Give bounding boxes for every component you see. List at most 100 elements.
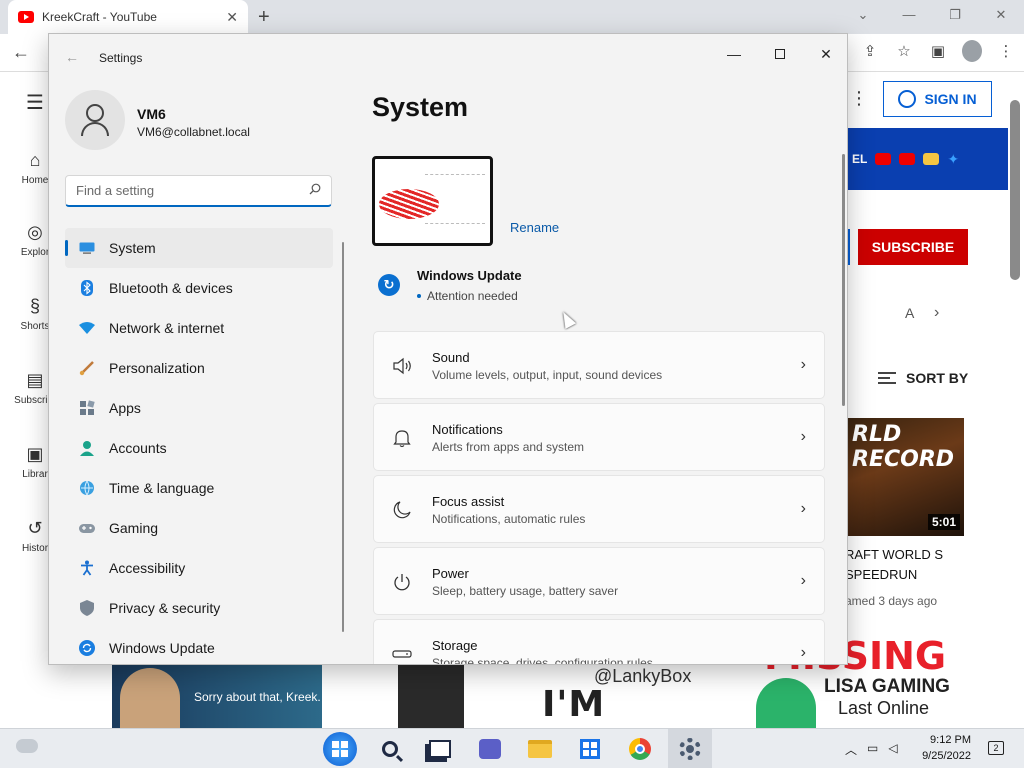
video-grid-row: Sorry about that, Kreek. @LankyBox I'M S… [72,634,1024,766]
video-thumbnail[interactable]: RLD RECORD 5:01 [848,418,964,536]
content-scrollbar[interactable] [842,154,845,406]
nav-item-bluetooth[interactable]: Bluetooth & devices [65,268,333,308]
taskbar-search-button[interactable] [368,729,412,768]
accessibility-icon [79,560,95,576]
youtube-link-icon[interactable] [875,153,892,165]
browser-close-button[interactable]: ✕ [978,0,1024,30]
chrome-button[interactable] [618,729,662,768]
card-storage[interactable]: Storage Storage space, drives, configura… [373,619,825,664]
tab-search-icon[interactable]: ⌄ [840,0,886,30]
share-icon[interactable]: ⇪ [860,42,880,60]
clock[interactable]: 9:12 PM 9/25/2022 [919,732,971,764]
browser-restore-button[interactable]: ❐ [932,0,978,30]
browser-menu-icon[interactable]: ⋮ [996,42,1016,60]
apps-icon [79,400,95,416]
page-scrollbar[interactable] [1010,100,1020,280]
shield-icon [79,600,95,616]
volume-icon[interactable]: ◁ [888,741,897,758]
store-button[interactable] [568,729,612,768]
chevron-right-icon[interactable]: › [934,304,939,322]
maximize-icon [775,49,785,59]
banner-link-icon[interactable] [923,153,940,165]
update-title[interactable]: Windows Update [417,268,522,283]
power-icon [394,574,410,591]
maximize-button[interactable] [757,40,803,68]
speaker-icon [393,357,411,375]
card-focus-assist[interactable]: Focus assist Notifications, automatic ru… [373,475,825,543]
nav-item-personalization[interactable]: Personalization [65,348,333,388]
profile-avatar-icon[interactable] [962,40,982,62]
chat-icon [479,739,501,759]
rename-link[interactable]: Rename [510,220,559,235]
nav-item-system[interactable]: System [65,228,333,268]
new-tab-button[interactable]: + [258,6,270,29]
close-button[interactable]: ✕ [803,40,847,68]
sign-in-button[interactable]: SIGN IN [883,81,992,117]
chrome-icon [629,738,651,760]
gear-icon [679,738,701,760]
card-notifications[interactable]: Notifications Alerts from apps and syste… [373,403,825,471]
nav-scrollbar[interactable] [342,242,344,632]
brush-icon [79,360,95,376]
person-icon-body [81,122,109,136]
settings-taskbar-button[interactable] [668,729,712,768]
video-thumbnail[interactable]: Sorry about that, Kreek. [112,664,322,728]
windows-update-status-icon: ↻ [378,274,400,296]
subscribe-button[interactable]: SUBSCRIBE [858,229,968,265]
nav-item-apps[interactable]: Apps [65,388,333,428]
twitter-icon[interactable]: ✦ [947,151,959,168]
update-status: Attention needed [417,289,518,303]
hamburger-menu-icon[interactable]: ☰ [26,90,44,115]
minimize-button[interactable]: — [711,40,757,68]
back-arrow-icon[interactable]: ← [65,49,79,65]
user-avatar[interactable] [65,90,125,150]
more-options-icon[interactable]: ⋮ [850,88,868,109]
youtube-link-icon[interactable] [899,153,916,165]
globe-clock-icon [79,480,95,496]
nav-item-accounts[interactable]: Accounts [65,428,333,468]
user-name: VM6 [137,106,166,122]
video-duration: 5:01 [927,514,960,530]
chevron-up-icon[interactable]: ︿ [845,741,857,758]
card-sound[interactable]: Sound Volume levels, output, input, soun… [373,331,825,399]
chevron-right-icon: › [800,572,806,589]
weather-widget-icon[interactable] [16,739,38,753]
bookmark-star-icon[interactable]: ☆ [894,42,914,60]
storage-icon [392,650,412,658]
video-thumbnail[interactable]: @LankyBox I'M SORRY [538,664,748,766]
task-view-button[interactable] [418,729,462,768]
device-wallpaper-preview [372,156,493,246]
nav-item-accessibility[interactable]: Accessibility [65,548,333,588]
search-icon[interactable] [309,183,321,195]
file-explorer-button[interactable] [518,729,562,768]
chip-partial[interactable]: A [905,305,914,321]
nav-item-time-language[interactable]: Time & language [65,468,333,508]
settings-nav: System Bluetooth & devices Network & int… [65,228,333,664]
card-power[interactable]: Power Sleep, battery usage, battery save… [373,547,825,615]
page-title: System [372,92,469,122]
start-button[interactable] [318,729,362,768]
search-icon [382,741,398,757]
back-arrow-icon[interactable]: ← [12,42,30,63]
nav-item-gaming[interactable]: Gaming [65,508,333,548]
join-button-edge[interactable] [848,229,850,265]
nav-item-network[interactable]: Network & internet [65,308,333,348]
status-dot-icon [417,294,421,298]
teams-chat-button[interactable] [468,729,512,768]
taskbar-apps [318,729,712,768]
sort-by-button[interactable]: SORT BY [878,370,968,386]
network-icon [79,320,95,336]
browser-minimize-button[interactable]: — [886,0,932,30]
video-title[interactable]: RAFT WORLD S SPEEDRUN [845,545,975,585]
system-tray: ︿ ▭ ◁ [845,741,898,758]
tab-close-icon[interactable]: ✕ [226,9,238,26]
search-input[interactable] [66,176,296,204]
nav-item-privacy[interactable]: Privacy & security [65,588,333,628]
moon-icon [393,501,411,519]
side-panel-icon[interactable]: ▣ [928,42,948,60]
video-thumbnail[interactable] [398,664,464,728]
browser-tab[interactable]: KreekCraft - YouTube ✕ [8,0,248,34]
notification-center-icon[interactable]: 2 [988,741,1004,755]
network-tray-icon[interactable]: ▭ [867,741,878,758]
nav-item-windows-update[interactable]: Windows Update [65,628,333,664]
